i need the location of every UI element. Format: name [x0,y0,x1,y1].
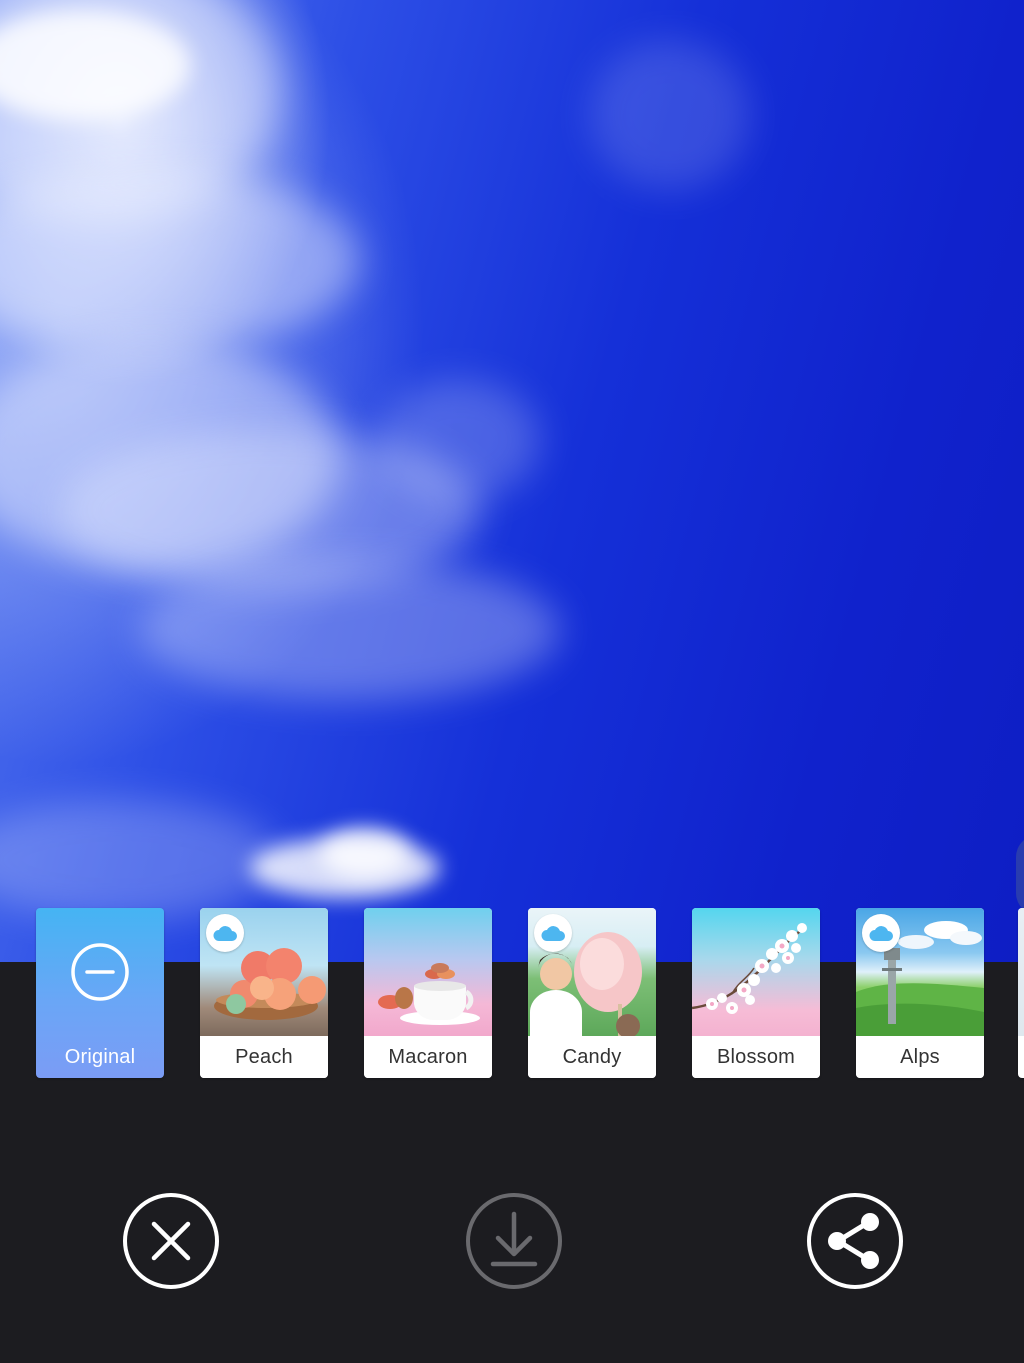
cloud-icon [213,926,237,941]
filter-label: Macaron [364,1036,492,1078]
filter-thumbnail [856,908,984,1036]
photo-preview [0,0,1024,962]
download-icon [466,1193,562,1289]
download-button[interactable] [465,1192,563,1290]
filter-peach[interactable]: Peach [200,908,328,1078]
filter-label: Blossom [692,1036,820,1078]
filter-thumbnail [1018,908,1024,1036]
filter-next-partial[interactable] [1018,908,1024,1078]
share-icon [807,1193,903,1289]
share-button[interactable] [806,1192,904,1290]
filter-label: Candy [528,1036,656,1078]
photo-editor-screen: Original Peach Macaron Candy Blossom Alp… [0,0,1024,1363]
cloud-icon [869,926,893,941]
cloud-download-badge [534,914,572,952]
side-panel-handle[interactable] [1016,835,1024,915]
cloud-icon [541,926,565,941]
close-circle-icon [123,1193,219,1289]
filter-thumbnail [692,908,820,1036]
filter-alps[interactable]: Alps [856,908,984,1078]
cloud-download-badge [206,914,244,952]
filter-label: Original [64,1046,136,1068]
filter-thumbnail [364,908,492,1036]
filter-strip: Original Peach Macaron Candy Blossom Alp… [0,908,1024,1080]
filter-thumbnail [200,908,328,1036]
filter-candy[interactable]: Candy [528,908,656,1078]
filter-original[interactable]: Original [36,908,164,1078]
filter-blossom[interactable]: Blossom [692,908,820,1078]
filter-label: Peach [200,1036,328,1078]
cancel-button[interactable] [122,1192,220,1290]
filter-macaron[interactable]: Macaron [364,908,492,1078]
no-filter-icon [71,943,129,1001]
filter-thumbnail [528,908,656,1036]
filter-label: Alps [856,1036,984,1078]
cloud-download-badge [862,914,900,952]
